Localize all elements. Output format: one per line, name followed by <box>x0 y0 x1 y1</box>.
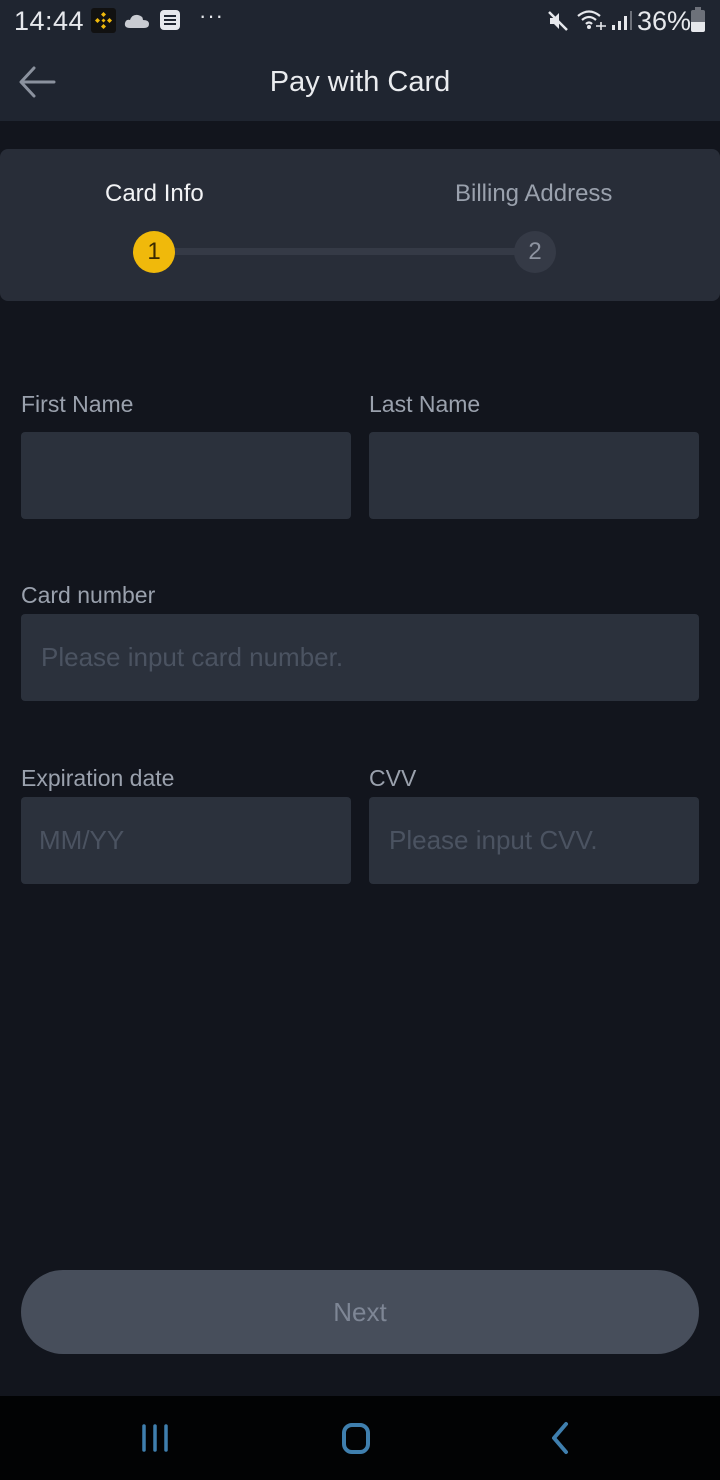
system-nav-bar <box>0 1396 720 1480</box>
cloud-icon <box>124 13 150 34</box>
home-button[interactable] <box>331 1418 381 1458</box>
step-label-card-info: Card Info <box>105 180 204 207</box>
system-back-button[interactable] <box>534 1418 584 1458</box>
step-indicator-2: 2 <box>514 231 556 273</box>
expiration-date-input[interactable] <box>21 797 351 884</box>
wifi-icon <box>576 8 608 37</box>
binance-app-icon <box>91 8 116 33</box>
cvv-label: CVV <box>369 765 417 791</box>
next-button[interactable]: Next <box>21 1270 699 1354</box>
expiration-date-label: Expiration date <box>21 765 175 791</box>
app-header: Pay with Card <box>0 44 720 121</box>
home-icon <box>342 1423 370 1454</box>
stepper: Card Info Billing Address 1 2 <box>0 149 720 301</box>
card-number-input[interactable] <box>21 614 699 701</box>
cvv-input[interactable] <box>369 797 699 884</box>
signal-icon <box>611 10 633 35</box>
status-time: 14:44 <box>14 6 85 36</box>
battery-percent: 36% <box>637 6 692 36</box>
mute-icon <box>546 9 570 38</box>
last-name-input[interactable] <box>369 432 699 519</box>
status-bar: 14:44 ··· 36% <box>0 0 720 44</box>
step-label-billing-address: Billing Address <box>455 180 613 207</box>
step-indicator-1: 1 <box>133 231 175 273</box>
last-name-label: Last Name <box>369 391 481 417</box>
battery-icon <box>691 7 705 32</box>
recent-apps-button[interactable] <box>130 1418 180 1458</box>
recent-apps-icon <box>142 1424 168 1452</box>
message-icon <box>160 10 180 30</box>
card-number-label: Card number <box>21 582 156 608</box>
back-icon <box>552 1422 568 1454</box>
step-progress-track <box>172 248 520 255</box>
page-title: Pay with Card <box>269 66 451 98</box>
more-icon: ··· <box>199 3 224 28</box>
first-name-input[interactable] <box>21 432 351 519</box>
first-name-label: First Name <box>21 391 134 417</box>
